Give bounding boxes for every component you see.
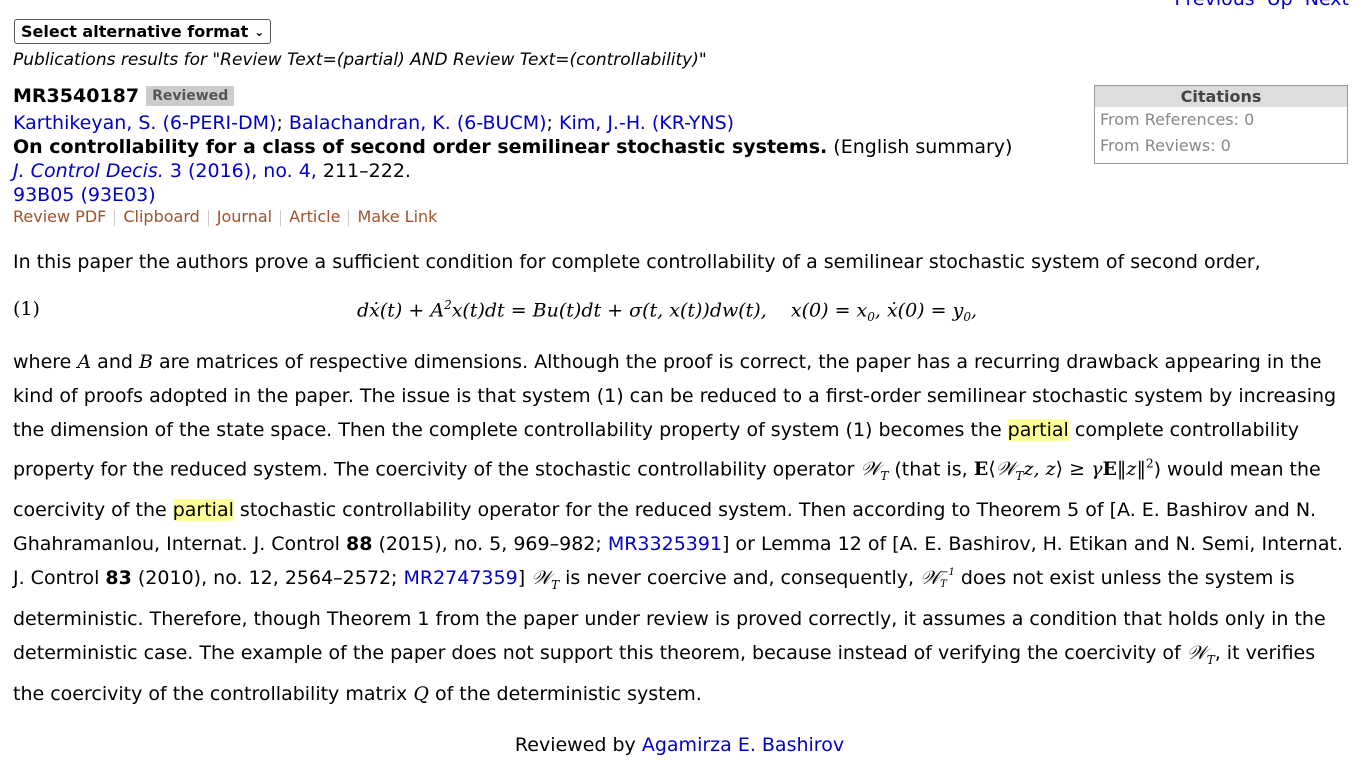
clipboard-link[interactable]: Clipboard xyxy=(123,207,199,226)
journal-pages: 211–222. xyxy=(322,160,411,182)
format-select-label: Select alternative format xyxy=(21,22,249,41)
results-summary: Publications results for "Review Text=(p… xyxy=(13,50,707,70)
review-pdf-link[interactable]: Review PDF xyxy=(13,207,106,226)
article-link[interactable]: Article xyxy=(289,207,340,226)
paper-title-line: On controllability for a class of second… xyxy=(13,136,1012,158)
chevron-down-icon: ⌄ xyxy=(254,24,265,39)
author-link[interactable]: Kim, J.-H. (KR-YNS) xyxy=(559,112,734,134)
search-highlight: partial xyxy=(1007,419,1069,441)
top-navigation: Previous Up Next xyxy=(1168,0,1349,10)
action-links: Review PDF Clipboard Journal Article Make Li… xyxy=(13,207,437,226)
reviewer-link[interactable]: Agamirza E. Bashirov xyxy=(642,734,844,756)
reviewer-prefix: Reviewed by xyxy=(514,734,636,756)
mr-header: MR3540187 Reviewed xyxy=(13,85,235,107)
author-link[interactable]: Karthikeyan, S. (6-PERI-DM) xyxy=(13,112,276,134)
make-link-link[interactable]: Make Link xyxy=(357,207,437,226)
journal-citation: J. Control Decis. 3 (2016), no. 4, 211–2… xyxy=(13,160,411,182)
reference-link[interactable]: MR3325391 xyxy=(608,533,722,555)
secondary-classification-link[interactable]: (93E03) xyxy=(80,184,155,206)
alternative-format-select[interactable]: Select alternative format ⌄ xyxy=(14,19,272,44)
next-link[interactable]: Next xyxy=(1305,0,1349,10)
mr-number: MR3540187 xyxy=(13,85,140,107)
status-badge: Reviewed xyxy=(146,86,235,106)
journal-link[interactable]: J. Control Decis. 3 (2016), no. 4, xyxy=(13,160,317,182)
review-body: where A and B are matrices of respective… xyxy=(13,351,1343,705)
paper-title: On controllability for a class of second… xyxy=(13,136,828,158)
previous-link[interactable]: Previous xyxy=(1174,0,1254,10)
reference-link[interactable]: MR2747359 xyxy=(403,567,517,589)
citations-header: Citations xyxy=(1095,86,1347,107)
citations-from-reviews[interactable]: From Reviews: 0 xyxy=(1095,133,1347,159)
title-note: (English summary) xyxy=(833,136,1013,158)
equation-body: dẋ(t) + A2x(t)dt = Bu(t)dt + σ(t, x(t))d… xyxy=(357,298,978,325)
citations-from-references[interactable]: From References: 0 xyxy=(1095,107,1347,133)
up-link[interactable]: Up xyxy=(1267,0,1293,10)
author-list: Karthikeyan, S. (6-PERI-DM); Balachandra… xyxy=(13,112,735,134)
author-link[interactable]: Balachandran, K. (6-BUCM) xyxy=(289,112,547,134)
review-intro: In this paper the authors prove a suffic… xyxy=(13,251,1261,273)
citations-box: Citations From References: 0 From Review… xyxy=(1094,85,1348,164)
equation-label: (1) xyxy=(13,298,40,320)
primary-classification-link[interactable]: 93B05 xyxy=(13,184,74,206)
classification: 93B05 (93E03) xyxy=(13,184,156,206)
reviewer-line: Reviewed by Agamirza E. Bashirov xyxy=(0,734,1359,756)
journal-action-link[interactable]: Journal xyxy=(217,207,272,226)
search-highlight: partial xyxy=(172,499,234,522)
